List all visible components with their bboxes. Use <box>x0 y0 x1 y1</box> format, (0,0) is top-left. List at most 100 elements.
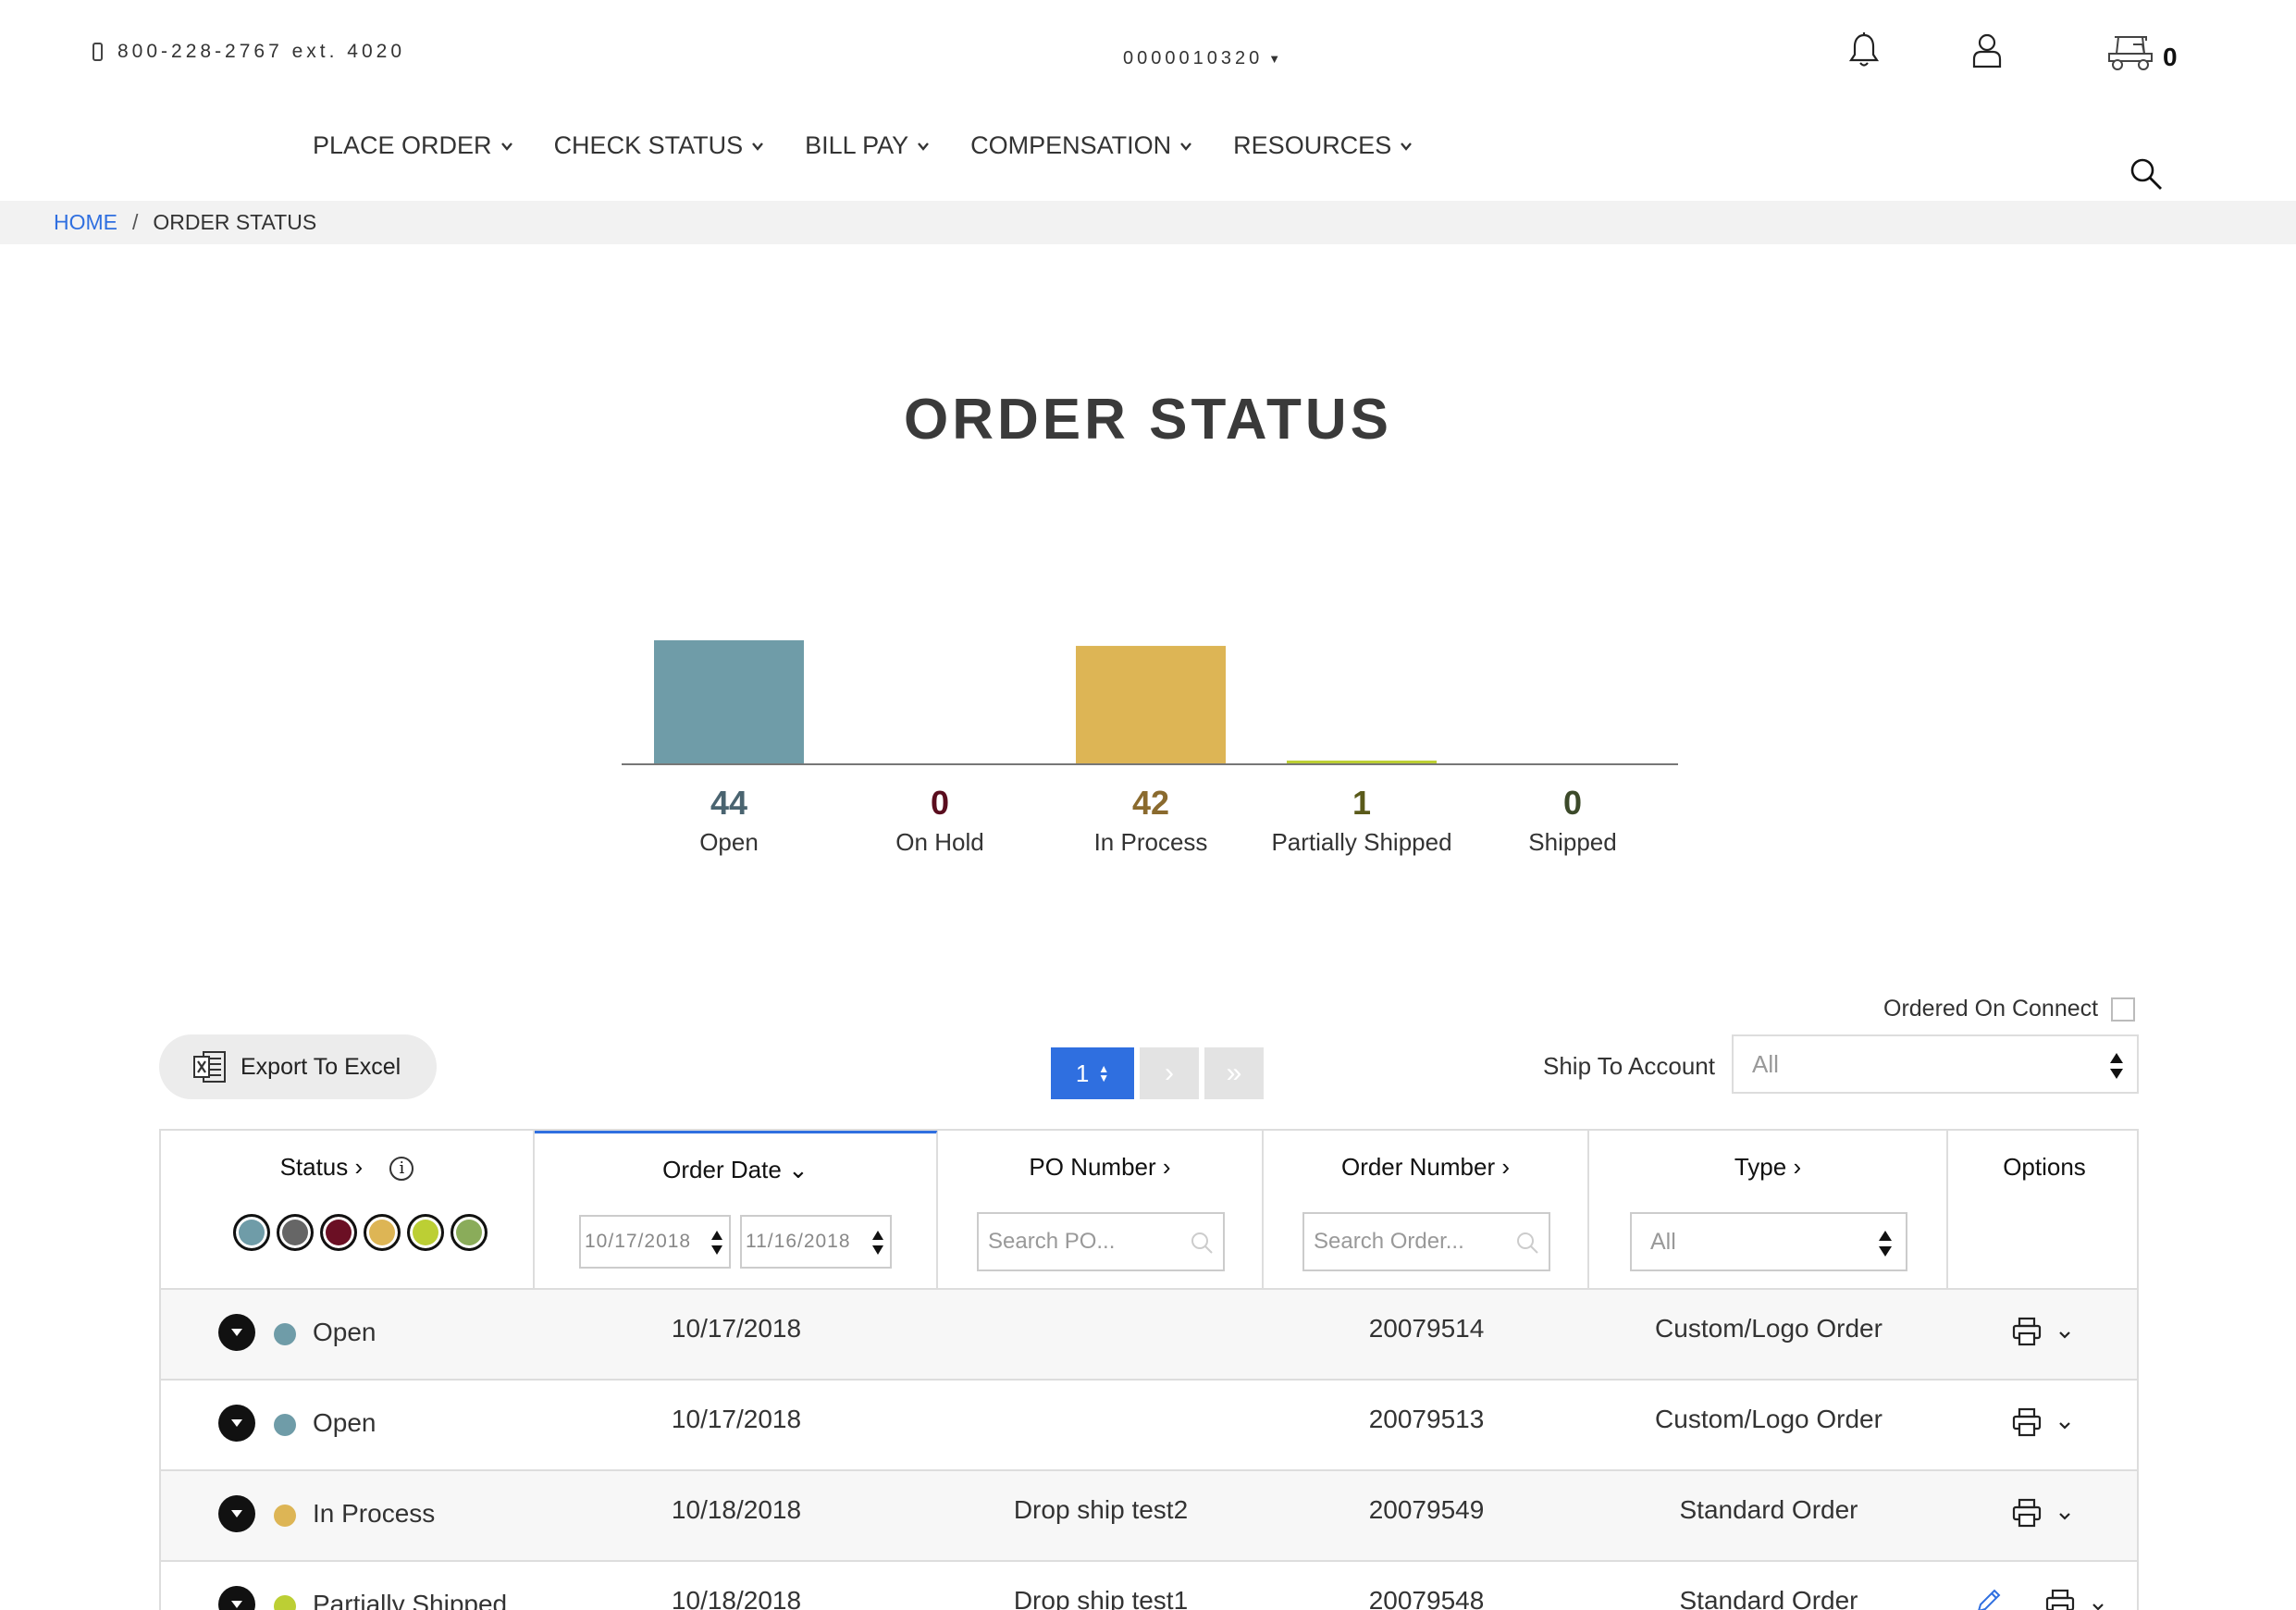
ship-to-account-select[interactable]: All <box>1732 1034 2139 1094</box>
order-date-header[interactable]: Order Date ⌄ <box>535 1156 936 1184</box>
date-from-input[interactable]: 10/17/2018 <box>579 1215 731 1269</box>
table-row[interactable]: Partially Shipped 10/18/2018 Drop ship tes… <box>161 1562 2137 1610</box>
status-header[interactable]: Status › i <box>161 1153 533 1182</box>
order-type: Standard Order <box>1679 1586 1858 1610</box>
page-title: ORDER STATUS <box>904 388 1392 452</box>
chevron-down-icon[interactable] <box>2057 1508 2072 1523</box>
edit-icon[interactable] <box>1974 1586 2004 1610</box>
chevron-right-icon: › <box>354 1153 364 1181</box>
print-icon[interactable] <box>2011 1316 2043 1347</box>
account-number: 0000010320 <box>1123 48 1264 68</box>
status-filter-dot[interactable] <box>277 1214 314 1251</box>
column-order-number: Order Number › Search Order... <box>1264 1131 1589 1290</box>
breadcrumb-home-link[interactable]: HOME <box>54 210 117 235</box>
po-search-input[interactable]: Search PO... <box>977 1212 1225 1271</box>
ordered-on-connect-filter: Ordered On Connect <box>1883 996 2136 1022</box>
bar-partially-shipped[interactable] <box>1287 760 1437 763</box>
print-icon[interactable] <box>2011 1406 2043 1438</box>
bar-open[interactable] <box>654 640 804 763</box>
table-row[interactable]: Open 10/17/2018 20079514 Custom/Logo Order <box>161 1290 2137 1381</box>
expand-row-button[interactable] <box>218 1314 255 1351</box>
order-date: 10/18/2018 <box>671 1495 802 1524</box>
status-text: In Process <box>313 1499 436 1528</box>
breadcrumb-separator: / <box>132 210 139 234</box>
chevron-down-icon[interactable] <box>2057 1418 2072 1432</box>
status-filter-dot[interactable] <box>364 1214 401 1251</box>
order-date: 10/17/2018 <box>671 1314 802 1343</box>
print-icon[interactable] <box>2011 1497 2043 1529</box>
order-search-input[interactable]: Search Order... <box>1302 1212 1550 1271</box>
bar-value-label: 0 <box>1563 784 1582 822</box>
golf-cart-icon[interactable] <box>2105 33 2155 72</box>
status-dot <box>274 1414 296 1436</box>
chevron-right-icon: › <box>1793 1153 1802 1181</box>
status-filter-dot[interactable] <box>233 1214 270 1251</box>
nav-resources[interactable]: RESOURCES <box>1233 131 1413 160</box>
breadcrumb-current: ORDER STATUS <box>153 210 317 234</box>
po-number-header[interactable]: PO Number › <box>938 1153 1262 1182</box>
order-number[interactable]: 20079514 <box>1264 1314 1589 1344</box>
status-filter-dots <box>233 1214 494 1251</box>
date-to-input[interactable]: 11/16/2018 <box>740 1215 892 1269</box>
status-dot <box>274 1595 296 1610</box>
table-header: Status › i Order Date ⌄ 10/17/2018 11/16… <box>161 1131 2137 1290</box>
type-header[interactable]: Type › <box>1589 1153 1946 1182</box>
info-icon[interactable]: i <box>389 1157 414 1181</box>
order-number[interactable]: 20079548 <box>1264 1586 1589 1610</box>
export-label: Export To Excel <box>241 1053 401 1080</box>
chevron-down-icon[interactable] <box>2091 1599 2105 1610</box>
status-filter-dot[interactable] <box>407 1214 444 1251</box>
order-date: 10/18/2018 <box>671 1586 802 1610</box>
nav-bill-pay[interactable]: BILL PAY <box>805 131 930 160</box>
expand-row-button[interactable] <box>218 1405 255 1442</box>
nav-check-status[interactable]: CHECK STATUS <box>554 131 765 160</box>
type-select[interactable]: All <box>1630 1212 1907 1271</box>
user-icon[interactable] <box>1970 31 2004 68</box>
chevron-down-icon[interactable] <box>2057 1327 2072 1342</box>
chevron-down-icon: ⌄ <box>788 1156 809 1183</box>
ship-to-account-value: All <box>1752 1049 1779 1078</box>
table-row[interactable]: Open 10/17/2018 20079513 Custom/Logo Order <box>161 1381 2137 1471</box>
order-search-placeholder: Search Order... <box>1314 1229 1464 1254</box>
page-select[interactable]: 1 ▲ ▼ <box>1051 1047 1134 1099</box>
next-page-button[interactable]: › <box>1140 1047 1199 1099</box>
column-status: Status › i <box>161 1131 535 1290</box>
ordered-on-connect-checkbox[interactable] <box>2111 997 2136 1022</box>
nav-label: RESOURCES <box>1233 131 1392 159</box>
orders-table: Status › i Order Date ⌄ 10/17/2018 11/16… <box>159 1129 2139 1610</box>
order-number-header[interactable]: Order Number › <box>1264 1153 1587 1182</box>
nav-place-order[interactable]: PLACE ORDER <box>313 131 513 160</box>
po-search-placeholder: Search PO... <box>988 1229 1116 1254</box>
order-number[interactable]: 20079513 <box>1264 1405 1589 1434</box>
nav-label: CHECK STATUS <box>553 131 744 159</box>
phone-icon <box>93 43 103 61</box>
order-date: 10/17/2018 <box>671 1405 802 1433</box>
spinner-icon: ▲ ▼ <box>1098 1062 1110 1084</box>
status-filter-dot[interactable] <box>451 1214 488 1251</box>
status-header-label: Status <box>279 1153 349 1181</box>
expand-row-button[interactable] <box>218 1586 255 1610</box>
status-dot <box>274 1323 296 1345</box>
top-bar: 800-228-2767 ext. 4020 0000010320 ▼ 0 <box>0 0 2296 120</box>
order-status-chart: 44 Open 0 On Hold 42 In Process 1 Partially Shi… <box>611 555 1684 870</box>
last-page-button[interactable]: » <box>1204 1047 1264 1099</box>
search-icon[interactable] <box>2128 155 2165 192</box>
chevron-right-icon: › <box>1162 1153 1171 1181</box>
order-number[interactable]: 20079549 <box>1264 1495 1589 1525</box>
status-text: Partially Shipped <box>313 1590 508 1610</box>
order-number-header-label: Order Number <box>1340 1153 1496 1181</box>
account-selector[interactable]: 0000010320 ▼ <box>1123 48 1284 69</box>
export-to-excel-button[interactable]: Export To Excel <box>159 1034 437 1099</box>
chevron-right-icon: › <box>1501 1153 1511 1181</box>
bar-category-label: Shipped <box>1528 828 1616 856</box>
nav-compensation[interactable]: COMPENSATION <box>970 131 1192 160</box>
bell-icon[interactable] <box>1848 31 1880 68</box>
table-row[interactable]: In Process 10/18/2018 Drop ship test2 20079… <box>161 1471 2137 1562</box>
bar-in-process[interactable] <box>1076 646 1226 763</box>
expand-row-button[interactable] <box>218 1495 255 1532</box>
status-filter-dot[interactable] <box>320 1214 357 1251</box>
print-icon[interactable] <box>2044 1588 2076 1610</box>
search-icon <box>1517 1232 1538 1254</box>
order-type: Custom/Logo Order <box>1655 1405 1882 1433</box>
phone-contact[interactable]: 800-228-2767 ext. 4020 <box>93 41 405 63</box>
